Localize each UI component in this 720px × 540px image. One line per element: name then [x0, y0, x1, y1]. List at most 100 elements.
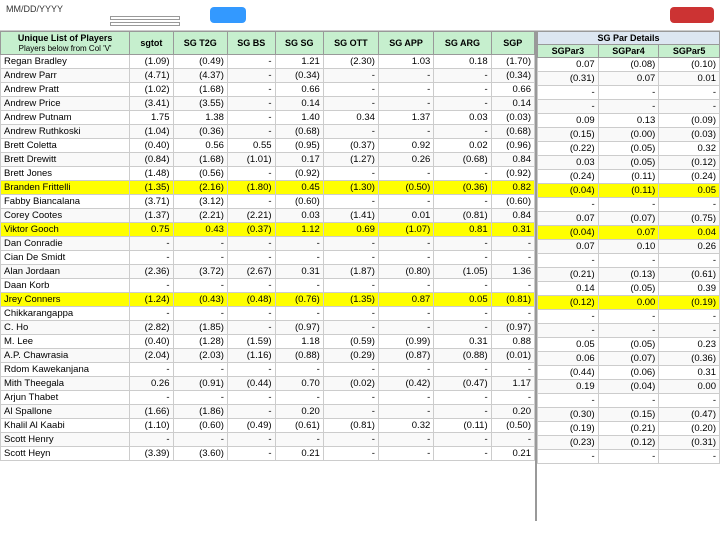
sgapp-cell: - — [378, 307, 433, 321]
sgp-cell: (0.01) — [491, 349, 534, 363]
right-table-row: 0.19(0.04)0.00 — [538, 380, 720, 394]
sgt2g-cell: (2.21) — [173, 209, 227, 223]
sgp-cell: 0.66 — [491, 83, 534, 97]
sgtot-cell: (1.37) — [130, 209, 173, 223]
sgott-cell: (1.27) — [323, 153, 378, 167]
sgt2g-cell: (3.60) — [173, 447, 227, 461]
sgapp-cell: (0.80) — [378, 265, 433, 279]
sgp-cell: (0.96) — [491, 139, 534, 153]
par5-cell: (0.36) — [659, 352, 720, 366]
sgsg-cell: 1.18 — [275, 335, 323, 349]
sgtot-cell: - — [130, 251, 173, 265]
sgbs-cell: - — [227, 251, 275, 265]
sgarg-cell: - — [434, 405, 491, 419]
sgt2g-cell: 1.38 — [173, 111, 227, 125]
sgott-cell: - — [323, 69, 378, 83]
sgt2g-cell: - — [173, 251, 227, 265]
par5-cell: 0.31 — [659, 366, 720, 380]
right-table-row: 0.14(0.05)0.39 — [538, 282, 720, 296]
par4-cell: - — [598, 198, 659, 212]
sgsg-cell: 0.31 — [275, 265, 323, 279]
sgarg-cell: - — [434, 279, 491, 293]
sgarg-header: SG ARG — [434, 32, 491, 55]
refresh-button[interactable] — [670, 7, 714, 23]
sgtot-cell: (1.10) — [130, 419, 173, 433]
player-name: Alan Jordaan — [1, 265, 130, 279]
sgott-cell: (1.87) — [323, 265, 378, 279]
right-table-row: (0.15)(0.00)(0.03) — [538, 128, 720, 142]
par5-cell: 0.26 — [659, 240, 720, 254]
sgott-cell: (0.59) — [323, 335, 378, 349]
sgp-cell: (0.68) — [491, 125, 534, 139]
sgp-cell: (0.34) — [491, 69, 534, 83]
sgtot-cell: (1.09) — [130, 55, 173, 69]
par5-cell: 0.23 — [659, 338, 720, 352]
sgarg-cell: - — [434, 307, 491, 321]
sgtot-cell: (0.40) — [130, 335, 173, 349]
sgp-header: SGP — [491, 32, 534, 55]
player-name: Brett Jones — [1, 167, 130, 181]
right-table-row: (0.23)(0.12)(0.31) — [538, 436, 720, 450]
table-row: Andrew Pratt(1.02)(1.68)-0.66---0.66 — [1, 83, 535, 97]
par5-cell: - — [659, 394, 720, 408]
table-row: Mith Theegala0.26(0.91)(0.44)0.70(0.02)(… — [1, 377, 535, 391]
sgt2g-cell: - — [173, 307, 227, 321]
par3-cell: (0.44) — [538, 366, 599, 380]
table-row: Brett Jones(1.48)(0.56)-(0.92)---(0.92) — [1, 167, 535, 181]
player-name: Andrew Parr — [1, 69, 130, 83]
sgp-cell: - — [491, 391, 534, 405]
sgt2g-cell: - — [173, 433, 227, 447]
sgott-cell: (1.41) — [323, 209, 378, 223]
right-table-row: --- — [538, 254, 720, 268]
par3-cell: 0.14 — [538, 282, 599, 296]
par4-cell: (0.11) — [598, 170, 659, 184]
player-name: M. Lee — [1, 335, 130, 349]
sgbs-cell: - — [227, 433, 275, 447]
main-content: Unique List of PlayersPlayers below from… — [0, 31, 720, 521]
sgott-cell: 0.34 — [323, 111, 378, 125]
par5-cell: (0.09) — [659, 114, 720, 128]
par5-cell: 0.32 — [659, 142, 720, 156]
sgtot-cell: (1.24) — [130, 293, 173, 307]
sgt2g-cell: - — [173, 363, 227, 377]
sgbs-cell: (0.37) — [227, 223, 275, 237]
par4-cell: 0.13 — [598, 114, 659, 128]
sgsg-cell: - — [275, 279, 323, 293]
sgp-cell: 0.84 — [491, 209, 534, 223]
sgott-cell: (0.37) — [323, 139, 378, 153]
par3-cell: (0.22) — [538, 142, 599, 156]
sgp-cell: (0.81) — [491, 293, 534, 307]
par3-cell: 0.07 — [538, 212, 599, 226]
update-sheet-button[interactable] — [210, 7, 246, 23]
sgsg-cell: 0.70 — [275, 377, 323, 391]
right-table-container: SG Par Details SGPar3 SGPar4 SGPar5 0.07… — [535, 31, 720, 521]
table-row: Chikkarangappa-------- — [1, 307, 535, 321]
par3-cell: (0.04) — [538, 226, 599, 240]
sgapp-cell: 0.92 — [378, 139, 433, 153]
par3-cell: 0.09 — [538, 114, 599, 128]
par3-cell: 0.06 — [538, 352, 599, 366]
sgapp-cell: - — [378, 391, 433, 405]
player-name: Arjun Thabet — [1, 391, 130, 405]
right-table-row: (0.44)(0.06)0.31 — [538, 366, 720, 380]
par3-cell: 0.07 — [538, 58, 599, 72]
date-value — [110, 16, 180, 20]
par4-cell: - — [598, 254, 659, 268]
player-name: Viktor Gooch — [1, 223, 130, 237]
sgott-cell: - — [323, 391, 378, 405]
sgarg-cell: - — [434, 237, 491, 251]
sgapp-cell: - — [378, 125, 433, 139]
sgott-cell: 0.69 — [323, 223, 378, 237]
sgp-cell: 0.88 — [491, 335, 534, 349]
sgp-cell: (0.92) — [491, 167, 534, 181]
sgbs-cell: (0.49) — [227, 419, 275, 433]
par5-cell: 0.00 — [659, 380, 720, 394]
sgbs-cell: - — [227, 391, 275, 405]
sgp-cell: 1.17 — [491, 377, 534, 391]
sgp-cell: 0.20 — [491, 405, 534, 419]
table-row: Scott Heyn(3.39)(3.60)-0.21---0.21 — [1, 447, 535, 461]
sgbs-cell: (2.67) — [227, 265, 275, 279]
par5-cell: 0.01 — [659, 72, 720, 86]
par4-cell: (0.06) — [598, 366, 659, 380]
sgott-cell: - — [323, 167, 378, 181]
